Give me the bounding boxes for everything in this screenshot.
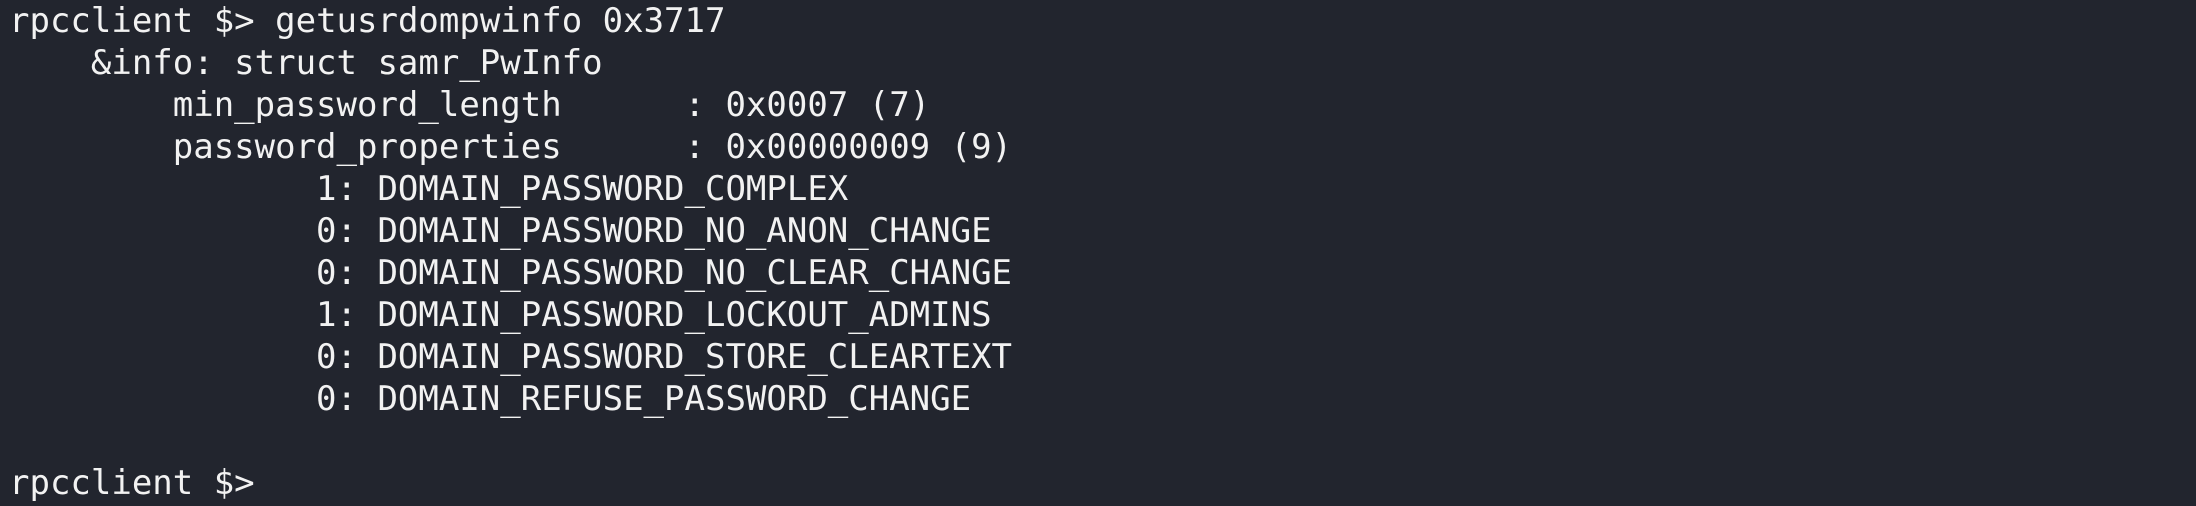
- shell-prompt-final: rpcclient $>: [9, 463, 255, 503]
- output-line-password-properties: password_properties : 0x00000009 (9): [9, 127, 1013, 167]
- output-line-min-password-length: min_password_length : 0x0007 (7): [9, 85, 931, 125]
- output-line-flag-no-clear-change: 0: DOMAIN_PASSWORD_NO_CLEAR_CHANGE: [9, 253, 1013, 293]
- shell-prompt: rpcclient $>: [9, 1, 255, 41]
- input-line[interactable]: rpcclient $>: [9, 462, 2196, 504]
- terminal-window[interactable]: rpcclient $> getusrdompwinfo 0x3717 &inf…: [0, 0, 2196, 506]
- command-text: getusrdompwinfo 0x3717: [275, 1, 726, 41]
- command-line: rpcclient $> getusrdompwinfo 0x3717: [9, 0, 2196, 42]
- output-line-flag-lockout-admins: 1: DOMAIN_PASSWORD_LOCKOUT_ADMINS: [9, 295, 992, 335]
- output-line-flag-complex: 1: DOMAIN_PASSWORD_COMPLEX: [9, 169, 849, 209]
- output-line-flag-store-cleartext: 0: DOMAIN_PASSWORD_STORE_CLEARTEXT: [9, 337, 1013, 377]
- output-line-flag-refuse-password-change: 0: DOMAIN_REFUSE_PASSWORD_CHANGE: [9, 379, 972, 419]
- output-line-flag-no-anon-change: 0: DOMAIN_PASSWORD_NO_ANON_CHANGE: [9, 211, 992, 251]
- output-line-struct: &info: struct samr_PwInfo: [9, 43, 603, 83]
